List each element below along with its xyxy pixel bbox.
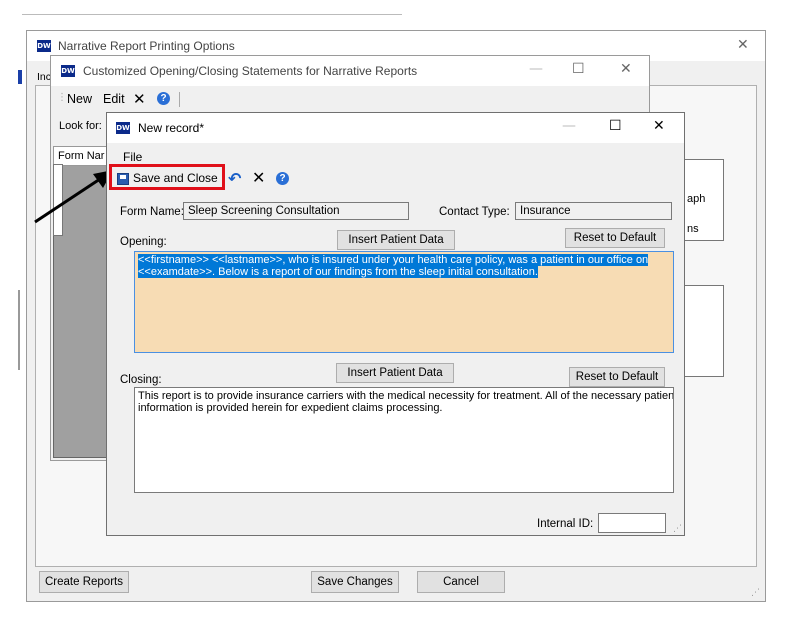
closing-text-line: This report is to provide insurance carr… bbox=[138, 390, 674, 402]
close-icon[interactable]: ✕ bbox=[653, 118, 665, 134]
insert-patient-data-button[interactable]: Insert Patient Data bbox=[337, 230, 455, 250]
outer-window-title: Narrative Report Printing Options bbox=[58, 39, 235, 53]
closing-text-line: information is provided herein for exped… bbox=[138, 402, 443, 414]
close-icon[interactable]: ✕ bbox=[737, 37, 749, 53]
opening-label: Opening: bbox=[120, 236, 167, 248]
outer-right-text: ns bbox=[687, 223, 699, 235]
menu-file[interactable]: File bbox=[123, 150, 142, 164]
outer-tab-fragment[interactable]: Inc bbox=[37, 71, 51, 83]
minimize-icon[interactable]: — bbox=[562, 118, 576, 134]
dw-logo-icon: DW bbox=[37, 40, 51, 52]
opening-text-line: <<examdate>>. Below is a report of our f… bbox=[138, 266, 538, 278]
new-record-dialog: DW New record* — ☐ ✕ File Save and Close… bbox=[106, 112, 685, 536]
undo-icon[interactable]: ↶ bbox=[228, 169, 241, 189]
floppy-label-shape bbox=[120, 175, 126, 179]
internal-id-field[interactable] bbox=[598, 513, 666, 533]
reset-to-default-button[interactable]: Reset to Default bbox=[569, 367, 665, 387]
list-window-title: Customized Opening/Closing Statements fo… bbox=[83, 64, 418, 78]
insert-patient-data-button[interactable]: Insert Patient Data bbox=[336, 363, 454, 383]
toolbar-grip: ⋮ bbox=[57, 92, 67, 103]
resize-grip-icon[interactable]: ⋰ bbox=[751, 587, 760, 598]
contact-type-label: Contact Type: bbox=[439, 206, 510, 218]
close-icon[interactable]: ✕ bbox=[620, 61, 632, 77]
delete-icon[interactable]: ✕ bbox=[133, 90, 146, 108]
internal-id-label: Internal ID: bbox=[537, 518, 594, 530]
toolbar-separator bbox=[179, 92, 180, 107]
contact-type-field[interactable]: Insurance bbox=[515, 202, 672, 220]
opening-text-line: <<firstname>> <<lastname>>, who is insur… bbox=[138, 254, 649, 266]
annotation-arrow bbox=[34, 170, 113, 224]
look-for-label: Look for: bbox=[59, 120, 102, 132]
opening-textarea[interactable]: <<firstname>> <<lastname>>, who is insur… bbox=[134, 251, 674, 353]
minimize-icon[interactable]: — bbox=[529, 61, 543, 77]
floppy-disk-icon bbox=[117, 173, 129, 185]
edit-button[interactable]: Edit bbox=[103, 92, 125, 106]
new-button[interactable]: New bbox=[67, 92, 92, 106]
dw-logo-icon: DW bbox=[61, 65, 75, 77]
create-reports-button[interactable]: Create Reports bbox=[39, 571, 129, 593]
cancel-button[interactable]: Cancel bbox=[417, 571, 505, 593]
help-icon[interactable]: ? bbox=[157, 92, 170, 105]
save-changes-button[interactable]: Save Changes bbox=[311, 571, 399, 593]
resize-grip-icon[interactable]: ⋰ bbox=[673, 523, 682, 534]
reset-to-default-button[interactable]: Reset to Default bbox=[565, 228, 665, 248]
maximize-icon[interactable]: ☐ bbox=[609, 118, 622, 134]
help-icon[interactable]: ? bbox=[276, 172, 289, 185]
closing-textarea[interactable]: This report is to provide insurance carr… bbox=[134, 387, 674, 493]
list-title-bar: DW Customized Opening/Closing Statements… bbox=[51, 56, 649, 86]
dw-logo-icon: DW bbox=[116, 122, 130, 134]
maximize-icon[interactable]: ☐ bbox=[572, 61, 585, 77]
form-name-field[interactable]: Sleep Screening Consultation bbox=[183, 202, 409, 220]
dialog-title: New record* bbox=[138, 121, 205, 135]
background-edge-fragment bbox=[18, 70, 22, 84]
dialog-title-bar: DW New record* — ☐ ✕ bbox=[107, 113, 684, 143]
background-tab-strip bbox=[22, 14, 402, 29]
delete-icon[interactable]: ✕ bbox=[252, 168, 265, 188]
save-and-close-label: Save and Close bbox=[133, 171, 218, 185]
form-name-label: Form Name: bbox=[120, 206, 184, 218]
background-edge-fragment bbox=[18, 290, 20, 370]
closing-label: Closing: bbox=[120, 374, 162, 386]
outer-right-text: aph bbox=[687, 193, 706, 205]
